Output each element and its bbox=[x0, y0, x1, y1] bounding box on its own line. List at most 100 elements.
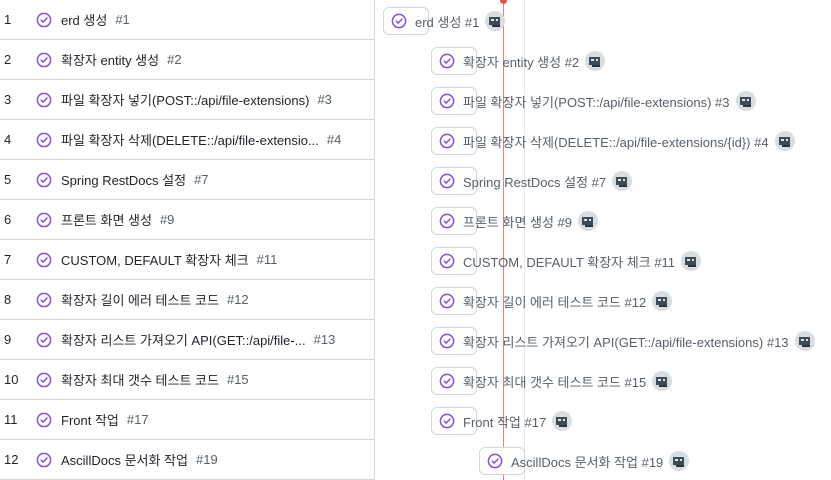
assignee-avatar[interactable] bbox=[669, 451, 690, 471]
table-row[interactable]: 7 CUSTOM, DEFAULT 확장자 체크 #11 bbox=[0, 240, 375, 280]
closed-issue-icon bbox=[439, 253, 455, 269]
assignee-avatar[interactable] bbox=[794, 331, 815, 351]
roadmap-item[interactable]: 파일 확장자 삭제(DELETE::/api/file-extensions/{… bbox=[431, 127, 795, 155]
closed-issue-icon bbox=[439, 53, 455, 69]
row-number: 3 bbox=[4, 92, 12, 107]
closed-issue-icon bbox=[36, 292, 52, 308]
issue-title-link[interactable]: CUSTOM, DEFAULT 확장자 체크 bbox=[61, 250, 249, 269]
roadmap-item-label: AscillDocs 문서화 작업 #19 bbox=[511, 454, 664, 470]
roadmap-item[interactable]: 파일 확장자 넣기(POST::/api/file-extensions) #3 bbox=[431, 87, 756, 115]
closed-issue-icon bbox=[439, 213, 455, 229]
assignee-avatar[interactable] bbox=[774, 131, 795, 151]
closed-issue-icon bbox=[439, 333, 455, 349]
closed-issue-icon bbox=[36, 92, 52, 108]
issue-title-link[interactable]: 프론트 화면 생성 bbox=[61, 210, 152, 229]
table-row[interactable]: 4 파일 확장자 삭제(DELETE::/api/file-extensio...… bbox=[0, 120, 375, 160]
assignee-avatar[interactable] bbox=[681, 251, 701, 271]
table-row[interactable]: 2 확장자 entity 생성 #2 bbox=[0, 40, 375, 80]
closed-issue-icon bbox=[391, 13, 407, 29]
closed-issue-icon bbox=[36, 52, 52, 68]
table-row[interactable]: 9 확장자 리스트 가져오기 API(GET::/api/file-... #13 bbox=[0, 320, 375, 360]
roadmap-item[interactable]: Front 작업 #17 bbox=[431, 407, 573, 435]
issue-number: #7 bbox=[194, 172, 209, 187]
roadmap-item[interactable]: 확장자 최대 갯수 테스트 코드 #15 bbox=[431, 367, 673, 395]
row-number: 2 bbox=[4, 52, 12, 67]
row-number: 5 bbox=[4, 172, 12, 187]
issue-number: #19 bbox=[195, 452, 218, 467]
roadmap-item[interactable]: 확장자 길이 에러 테스트 코드 #12 bbox=[431, 287, 673, 315]
issue-title-link[interactable]: 확장자 리스트 가져오기 API(GET::/api/file-... bbox=[61, 330, 306, 349]
roadmap-item[interactable]: Spring RestDocs 설정 #7 bbox=[431, 167, 633, 195]
closed-issue-icon bbox=[36, 252, 52, 268]
roadmap-item-label: 확장자 길이 에러 테스트 코드 #12 bbox=[463, 294, 647, 310]
issue-number: #11 bbox=[256, 252, 278, 267]
roadmap-item-label: 프론트 화면 생성 #9 bbox=[463, 214, 573, 230]
table-row[interactable]: 8 확장자 길이 에러 테스트 코드 #12 bbox=[0, 280, 375, 320]
roadmap-item-label: Spring RestDocs 설정 #7 bbox=[463, 174, 607, 190]
row-number: 12 bbox=[4, 452, 19, 467]
table-row[interactable]: 5 Spring RestDocs 설정 #7 bbox=[0, 160, 375, 200]
issue-title-link[interactable]: AscillDocs 문서화 작업 bbox=[61, 450, 188, 469]
table-row[interactable]: 3 파일 확장자 넣기(POST::/api/file-extensions) #3 bbox=[0, 80, 375, 120]
issue-title-link[interactable]: erd 생성 bbox=[61, 10, 107, 29]
row-number: 7 bbox=[4, 252, 12, 267]
issue-title-link[interactable]: 확장자 entity 생성 bbox=[61, 50, 159, 69]
issue-number: #1 bbox=[115, 12, 130, 27]
closed-issue-icon bbox=[36, 372, 52, 388]
assignee-avatar[interactable] bbox=[578, 211, 599, 231]
issue-number: #3 bbox=[317, 92, 332, 107]
roadmap-panel: erd 생성 #1 확장자 entity 생성 #2 파일 확장자 넣기(POST:… bbox=[375, 0, 831, 480]
assignee-avatar[interactable] bbox=[485, 11, 506, 31]
roadmap-item[interactable]: erd 생성 #1 bbox=[383, 7, 506, 35]
closed-issue-icon bbox=[439, 293, 455, 309]
closed-issue-icon bbox=[439, 93, 455, 109]
table-row[interactable]: 6 프론트 화면 생성 #9 bbox=[0, 200, 375, 240]
table-row[interactable]: 10 확장자 최대 갯수 테스트 코드 #15 bbox=[0, 360, 375, 400]
assignee-avatar[interactable] bbox=[552, 411, 573, 431]
row-number: 8 bbox=[4, 292, 12, 307]
roadmap-item-label: erd 생성 #1 bbox=[415, 14, 480, 30]
roadmap-item[interactable]: 확장자 entity 생성 #2 bbox=[431, 47, 606, 75]
assignee-avatar[interactable] bbox=[735, 91, 756, 111]
issue-title-link[interactable]: 파일 확장자 삭제(DELETE::/api/file-extensio... bbox=[61, 130, 319, 149]
closed-issue-icon bbox=[487, 453, 503, 469]
roadmap-item-label: 파일 확장자 넣기(POST::/api/file-extensions) #3 bbox=[463, 94, 730, 110]
roadmap-item-label: 확장자 최대 갯수 테스트 코드 #15 bbox=[463, 374, 647, 390]
issue-title-link[interactable]: 파일 확장자 넣기(POST::/api/file-extensions) bbox=[61, 90, 309, 109]
roadmap-item-label: CUSTOM, DEFAULT 확장자 체크 #11 bbox=[463, 254, 675, 270]
issue-title-link[interactable]: 확장자 최대 갯수 테스트 코드 bbox=[61, 370, 219, 389]
closed-issue-icon bbox=[439, 133, 455, 149]
issue-title-link[interactable]: 확장자 길이 에러 테스트 코드 bbox=[61, 290, 219, 309]
roadmap-item[interactable]: CUSTOM, DEFAULT 확장자 체크 #11 bbox=[431, 247, 701, 275]
closed-issue-icon bbox=[36, 452, 52, 468]
issue-number: #13 bbox=[313, 332, 336, 347]
assignee-avatar[interactable] bbox=[612, 171, 633, 191]
closed-issue-icon bbox=[36, 332, 52, 348]
row-number: 11 bbox=[4, 412, 18, 427]
issue-number: #15 bbox=[226, 372, 249, 387]
issue-number: #12 bbox=[226, 292, 249, 307]
roadmap-item[interactable]: 프론트 화면 생성 #9 bbox=[431, 207, 599, 235]
roadmap-item[interactable]: AscillDocs 문서화 작업 #19 bbox=[479, 447, 690, 475]
row-number: 1 bbox=[4, 12, 12, 27]
table-row[interactable]: 12 AscillDocs 문서화 작업 #19 bbox=[0, 440, 375, 480]
assignee-avatar[interactable] bbox=[652, 371, 673, 391]
closed-issue-icon bbox=[36, 172, 52, 188]
roadmap-item-label: 확장자 entity 생성 #2 bbox=[463, 54, 580, 70]
assignee-avatar[interactable] bbox=[585, 51, 606, 71]
roadmap-item[interactable]: 확장자 리스트 가져오기 API(GET::/api/file-extensio… bbox=[431, 327, 815, 355]
closed-issue-icon bbox=[439, 173, 455, 189]
row-number: 6 bbox=[4, 212, 12, 227]
closed-issue-icon bbox=[439, 373, 455, 389]
issue-number: #9 bbox=[159, 212, 175, 227]
assignee-avatar[interactable] bbox=[652, 291, 673, 311]
issue-number: #2 bbox=[167, 52, 182, 67]
row-number: 4 bbox=[4, 132, 12, 147]
closed-issue-icon bbox=[439, 413, 455, 429]
issue-title-link[interactable]: Front 작업 bbox=[61, 410, 119, 429]
today-marker-dot bbox=[500, 0, 507, 4]
table-row[interactable]: 11 Front 작업 #17 bbox=[0, 400, 375, 440]
issue-title-link[interactable]: Spring RestDocs 설정 bbox=[61, 170, 186, 189]
closed-issue-icon bbox=[36, 12, 52, 28]
table-row[interactable]: 1 erd 생성 #1 bbox=[0, 0, 375, 40]
